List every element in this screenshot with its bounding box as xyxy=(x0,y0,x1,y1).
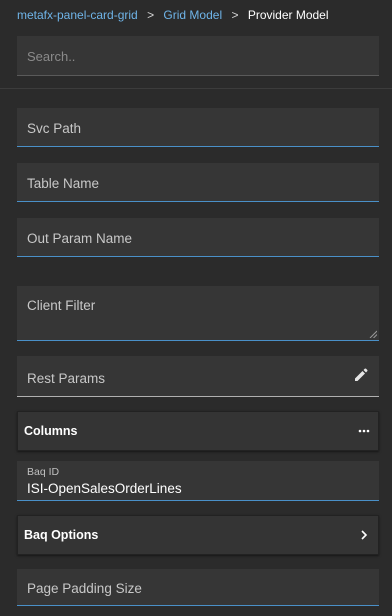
table-name-label: Table Name xyxy=(27,176,100,191)
chevron-right-icon[interactable] xyxy=(360,530,368,540)
baq-id-value: ISI-OpenSalesOrderLines xyxy=(27,481,182,496)
baq-options-label: Baq Options xyxy=(24,528,99,542)
out-param-name-field[interactable]: Out Param Name xyxy=(17,218,379,257)
baq-id-field[interactable]: Baq ID ISI-OpenSalesOrderLines xyxy=(17,461,379,501)
divider xyxy=(0,88,392,89)
columns-row[interactable]: Columns xyxy=(17,411,379,451)
breadcrumb-current: Provider Model xyxy=(247,8,329,22)
breadcrumb-separator: > xyxy=(147,8,155,22)
svc-path-field[interactable]: Svc Path xyxy=(17,108,379,147)
client-filter-textarea[interactable]: Client Filter xyxy=(17,286,379,341)
provider-model-panel: metafx-panel-card-grid > Grid Model > Pr… xyxy=(0,0,392,616)
svc-path-label: Svc Path xyxy=(27,121,82,136)
page-padding-size-field[interactable]: Page Padding Size xyxy=(17,569,379,606)
breadcrumb-item-grid-model[interactable]: Grid Model xyxy=(163,8,222,22)
table-name-field[interactable]: Table Name xyxy=(17,163,379,202)
columns-label: Columns xyxy=(24,424,78,438)
client-filter-label: Client Filter xyxy=(27,298,96,313)
breadcrumb: metafx-panel-card-grid > Grid Model > Pr… xyxy=(17,8,329,22)
search-input[interactable]: Search.. xyxy=(17,36,379,76)
baq-id-label: Baq ID xyxy=(27,466,60,478)
out-param-name-label: Out Param Name xyxy=(27,231,133,246)
search-placeholder: Search.. xyxy=(27,49,76,64)
breadcrumb-separator: > xyxy=(231,8,239,22)
breadcrumb-item-card-grid[interactable]: metafx-panel-card-grid xyxy=(17,8,138,22)
rest-params-field[interactable]: Rest Params xyxy=(17,356,379,397)
rest-params-label: Rest Params xyxy=(27,371,106,386)
baq-options-row[interactable]: Baq Options xyxy=(17,515,379,555)
resize-grip-icon[interactable] xyxy=(369,330,377,338)
more-horizontal-icon[interactable] xyxy=(358,425,370,437)
pencil-icon[interactable] xyxy=(353,367,369,383)
page-padding-size-label: Page Padding Size xyxy=(27,581,142,596)
